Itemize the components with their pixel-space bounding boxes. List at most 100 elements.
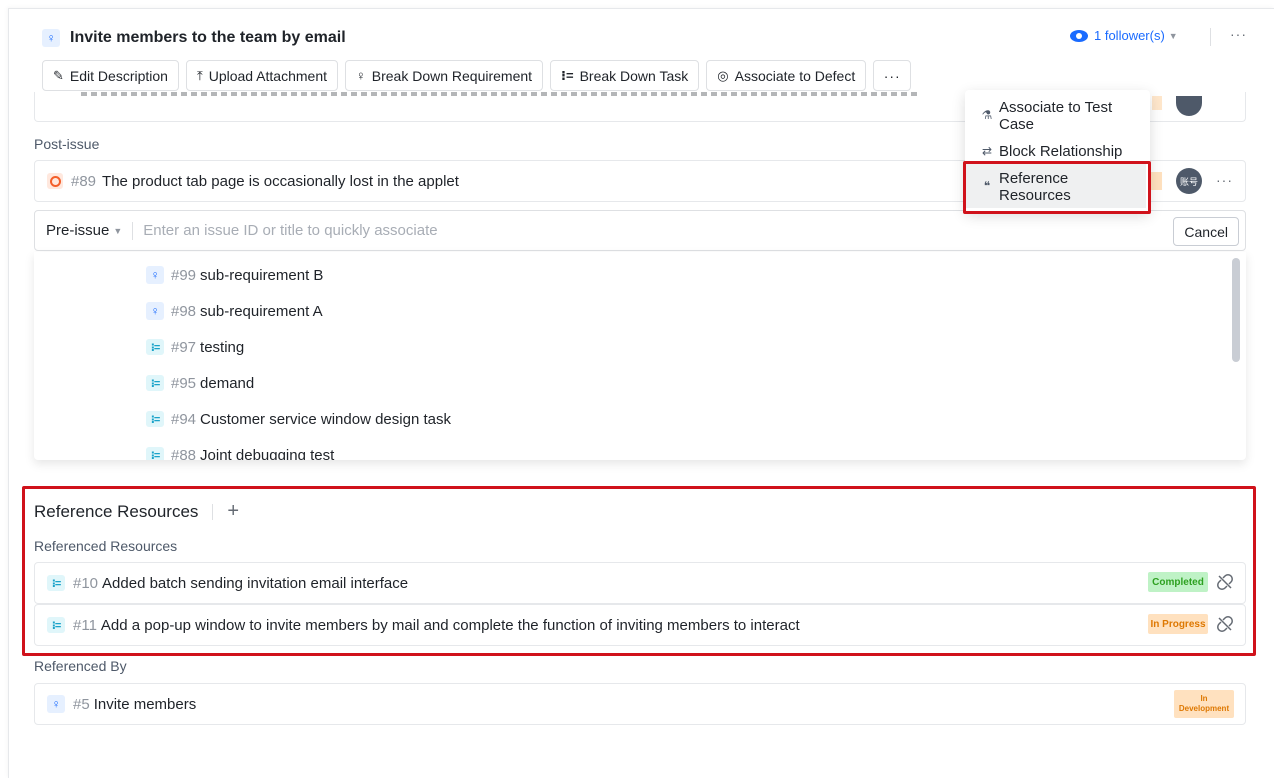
reference-resources-header: Reference Resources + (34, 500, 239, 523)
task-type-icon: ⁝= (146, 411, 164, 427)
issue-id: #95 (171, 374, 197, 392)
page-title: Invite members to the team by email (70, 29, 346, 46)
cancel-button[interactable]: Cancel (1173, 217, 1239, 246)
issue-id: #97 (171, 338, 197, 356)
table-row[interactable]: ⁝= #10 Added batch sending invitation em… (34, 562, 1246, 604)
requirement-type-icon: ♀ (47, 695, 65, 713)
issue-title: testing (200, 338, 245, 356)
toolbar-more-button[interactable]: ··· (873, 60, 912, 91)
task-type-icon: ⁝= (146, 375, 164, 391)
avatar: 账号 (1176, 168, 1202, 194)
obscured-text (81, 92, 921, 96)
task-icon: ⁝= (561, 67, 574, 83)
list-item[interactable]: ⁝= #88 Joint debugging test (146, 445, 334, 460)
break-down-task-label: Break Down Task (579, 67, 689, 84)
divider (1210, 28, 1211, 46)
title-row: ♀ Invite members to the team by email (42, 28, 346, 48)
referenced-by-label: Referenced By (34, 658, 127, 674)
break-down-task-button[interactable]: ⁝= Break Down Task (550, 60, 700, 91)
pre-issue-input-row: Pre-issue ▼ Enter an issue ID or title t… (34, 210, 1246, 251)
chevron-down-icon: ▼ (1168, 30, 1178, 41)
block-relation-icon: ⇄ (981, 144, 993, 158)
upload-icon: ⤒ (196, 67, 203, 83)
post-issue-more-button[interactable]: ··· (1216, 172, 1233, 188)
requirement-type-icon: ♀ (146, 302, 164, 320)
issue-title: The product tab page is occasionally los… (102, 172, 459, 190)
menu-item-associate-test-case[interactable]: ⚗ Associate to Test Case (979, 99, 1113, 133)
requirement-type-icon: ♀ (42, 29, 60, 47)
requirement-type-icon: ♀ (146, 266, 164, 284)
toolbar: ✎ Edit Description ⤒ Upload Attachment ♀… (42, 60, 912, 91)
issue-id: #11 (73, 616, 97, 634)
menu-item-label-line2: Case (999, 116, 1035, 133)
header-more-button[interactable]: ··· (1230, 26, 1247, 42)
edit-description-label: Edit Description (69, 67, 168, 84)
break-down-requirement-button[interactable]: ♀ Break Down Requirement (345, 60, 544, 91)
follower-button[interactable]: 1 follower(s) ▼ (1070, 28, 1178, 43)
status-line2: Development (1178, 704, 1230, 713)
issue-title: Add a pop-up window to invite members by… (100, 616, 800, 634)
issue-title: demand (200, 374, 255, 392)
issue-id: #89 (71, 172, 97, 190)
referenced-resources-label: Referenced Resources (34, 538, 178, 554)
associate-to-defect-label: Associate to Defect (734, 67, 856, 84)
task-type-icon: ⁝= (47, 575, 65, 591)
table-row[interactable]: ♀ #5 Invite members (34, 683, 1246, 725)
partial-status-badge (1152, 96, 1162, 110)
upload-attachment-label: Upload Attachment (208, 67, 327, 84)
list-item[interactable]: ♀ #99 sub-requirement B (146, 265, 323, 285)
unlink-icon[interactable] (1216, 615, 1234, 633)
task-type-icon: ⁝= (146, 339, 164, 355)
break-down-requirement-label: Break Down Requirement (371, 67, 533, 84)
status-badge: Completed (1148, 572, 1208, 592)
issue-id: #10 (73, 574, 99, 592)
upload-attachment-button[interactable]: ⤒ Upload Attachment (185, 60, 338, 91)
issue-id: #99 (171, 266, 197, 284)
issue-id: #88 (171, 446, 197, 461)
edit-icon: ✎ (53, 67, 64, 83)
status-badge: In Development (1174, 690, 1234, 718)
issue-title: sub-requirement B (200, 266, 324, 284)
issue-relation-value: Pre-issue (46, 222, 110, 239)
chevron-down-icon: ▼ (113, 225, 123, 236)
issue-id: #94 (171, 410, 197, 428)
follower-label: 1 follower(s) (1094, 28, 1165, 43)
list-item[interactable]: ⁝= #95 demand (146, 373, 254, 393)
issue-title: sub-requirement A (200, 302, 323, 320)
list-item[interactable]: ⁝= #94 Customer service window design ta… (146, 409, 451, 429)
unlink-icon[interactable] (1216, 573, 1234, 591)
status-badge: In Progress (1148, 614, 1208, 634)
divider (132, 221, 134, 240)
issue-relation-select[interactable]: Pre-issue ▼ (46, 222, 122, 239)
flask-icon: ⚗ (981, 108, 993, 122)
issue-title: Customer service window design task (200, 410, 451, 428)
add-reference-button[interactable]: + (227, 500, 239, 523)
table-row[interactable]: ⁝= #11 Add a pop-up window to invite mem… (34, 604, 1246, 646)
issue-title: Added batch sending invitation email int… (102, 574, 409, 592)
post-issue-label: Post-issue (34, 136, 100, 152)
section-title: Reference Resources (34, 501, 199, 521)
list-item[interactable]: ⁝= #97 testing (146, 337, 244, 357)
divider (212, 503, 214, 520)
defect-icon: ◎ (717, 67, 729, 83)
status-line1: In (1200, 694, 1208, 703)
issue-id: #5 (73, 695, 90, 713)
task-type-icon: ⁝= (47, 617, 65, 633)
post-issue-status-badge (1150, 172, 1162, 190)
task-type-icon: ⁝= (146, 447, 164, 460)
requirement-icon: ♀ (356, 68, 366, 83)
defect-type-icon (47, 173, 63, 189)
menu-item-block-relationship[interactable]: ⇄ Block Relationship (979, 143, 1122, 160)
associate-to-defect-button[interactable]: ◎ Associate to Defect (706, 60, 867, 91)
issue-search-input[interactable]: Enter an issue ID or title to quickly as… (143, 222, 437, 239)
edit-description-button[interactable]: ✎ Edit Description (42, 60, 179, 91)
issue-title: Invite members (93, 695, 197, 713)
highlight-box (963, 161, 1151, 214)
menu-item-label-line1: Associate to Test (999, 99, 1113, 116)
menu-item-label: Associate to Test Case (999, 99, 1112, 133)
issue-id: #98 (171, 302, 197, 320)
dropdown-scrollbar[interactable] (1232, 258, 1240, 362)
eye-icon (1070, 29, 1088, 42)
list-item[interactable]: ♀ #98 sub-requirement A (146, 301, 323, 321)
menu-item-label: Block Relationship (999, 143, 1123, 160)
